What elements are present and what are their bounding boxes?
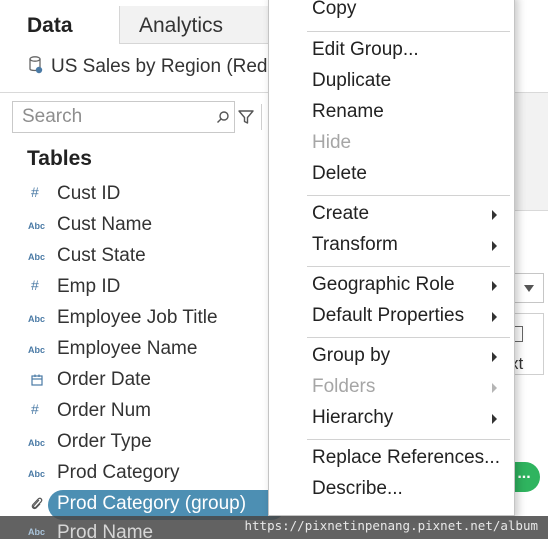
field-item[interactable]: Abc Employee Job Title — [0, 303, 268, 334]
menu-item-geographic-role[interactable]: Geographic Role — [269, 271, 514, 302]
field-label: Prod Category — [57, 462, 180, 483]
tab-data[interactable]: Data — [0, 0, 119, 44]
submenu-arrow-icon — [492, 210, 497, 220]
field-item[interactable]: # Cust ID — [0, 179, 268, 210]
field-label: Prod Name — [57, 522, 154, 539]
menu-separator — [307, 31, 510, 32]
number-type-icon: # — [31, 184, 39, 200]
filter-icon[interactable] — [237, 108, 255, 126]
search-box[interactable] — [12, 101, 235, 133]
datasource-selector[interactable]: US Sales by Region (Red3 — [29, 56, 269, 82]
menu-item-create[interactable]: Create — [269, 200, 514, 231]
menu-item-duplicate[interactable]: Duplicate — [269, 67, 514, 98]
pane-tabs: Data Analytics — [0, 0, 268, 44]
field-label: Employee Job Title — [57, 307, 218, 328]
menu-item-folders: Folders — [269, 373, 514, 404]
field-label: Order Date — [57, 369, 151, 390]
string-type-icon: Abc — [28, 527, 46, 537]
database-icon — [29, 56, 43, 74]
menu-separator — [307, 439, 510, 440]
field-item[interactable]: Abc Employee Name — [0, 334, 268, 365]
menu-item-delete[interactable]: Delete — [269, 160, 514, 191]
field-label: Emp ID — [57, 276, 121, 297]
number-type-icon: # — [31, 401, 39, 417]
menu-item-hide: Hide — [312, 132, 352, 153]
right-pane-header — [514, 0, 548, 92]
string-type-icon: Abc — [28, 221, 46, 231]
menu-item-replace-references[interactable]: Replace References... — [269, 444, 514, 475]
search-input[interactable] — [13, 102, 212, 132]
paperclip-icon — [28, 497, 48, 512]
submenu-arrow-icon — [492, 352, 497, 362]
watermark-bar: Abc Prod Name https://pixnetinpenang.pix… — [0, 516, 548, 539]
field-label: Employee Name — [57, 338, 198, 359]
submenu-arrow-icon — [492, 241, 497, 251]
tables-heading: Tables — [27, 147, 92, 170]
field-label: Cust State — [57, 245, 146, 266]
right-pane-band — [514, 92, 548, 211]
string-type-icon: Abc — [28, 314, 46, 324]
field-item[interactable]: Abc Cust State — [0, 241, 268, 272]
string-type-icon: Abc — [28, 469, 46, 479]
menu-item-hierarchy[interactable]: Hierarchy — [269, 404, 514, 435]
menu-item-edit-group[interactable]: Edit Group... — [269, 36, 514, 67]
field-item[interactable]: Abc Prod Category — [0, 458, 268, 489]
field-item[interactable]: # Emp ID — [0, 272, 268, 303]
menu-item-default-properties[interactable]: Default Properties — [269, 302, 514, 333]
menu-item-group-by[interactable]: Group by — [269, 342, 514, 373]
string-type-icon: Abc — [28, 345, 46, 355]
datasource-name: US Sales by Region (Red3 — [51, 56, 269, 77]
menu-item-rename[interactable]: Rename — [269, 98, 514, 129]
pane-divider — [0, 92, 268, 93]
search-icon[interactable] — [216, 110, 230, 124]
menu-item-copy[interactable]: Copy — [269, 0, 514, 26]
menu-item-transform[interactable]: Transform — [269, 231, 514, 262]
field-item[interactable]: # Order Num — [0, 396, 268, 427]
field-label: Order Num — [57, 400, 151, 421]
tab-analytics[interactable]: Analytics — [119, 6, 268, 44]
string-type-icon: Abc — [28, 252, 46, 262]
field-item-overflow: Abc Prod Name — [0, 516, 268, 539]
submenu-arrow-icon — [492, 312, 497, 322]
menu-item-describe[interactable]: Describe... — [269, 475, 514, 506]
menu-separator — [307, 266, 510, 267]
submenu-arrow-icon — [492, 383, 497, 393]
chevron-down-icon — [524, 285, 534, 292]
context-menu: Copy Edit Group... Duplicate Rename Hide… — [268, 0, 515, 516]
field-label: Order Type — [57, 431, 152, 452]
string-type-icon: Abc — [28, 438, 46, 448]
field-item[interactable]: Abc Order Type — [0, 427, 268, 458]
submenu-arrow-icon — [492, 414, 497, 424]
toolbar-divider — [261, 104, 262, 130]
field-label: Cust ID — [57, 183, 121, 204]
submenu-arrow-icon — [492, 281, 497, 291]
field-label: Cust Name — [57, 214, 153, 235]
watermark-text: https://pixnetinpenang.pixnet.net/album — [244, 518, 539, 533]
calendar-icon — [28, 374, 48, 388]
menu-separator — [307, 195, 510, 196]
number-type-icon: # — [31, 277, 39, 293]
field-item[interactable]: Abc Cust Name — [0, 210, 268, 241]
field-label: Prod Category (group) — [57, 493, 247, 514]
field-item[interactable]: Order Date — [0, 365, 268, 396]
menu-separator — [307, 337, 510, 338]
